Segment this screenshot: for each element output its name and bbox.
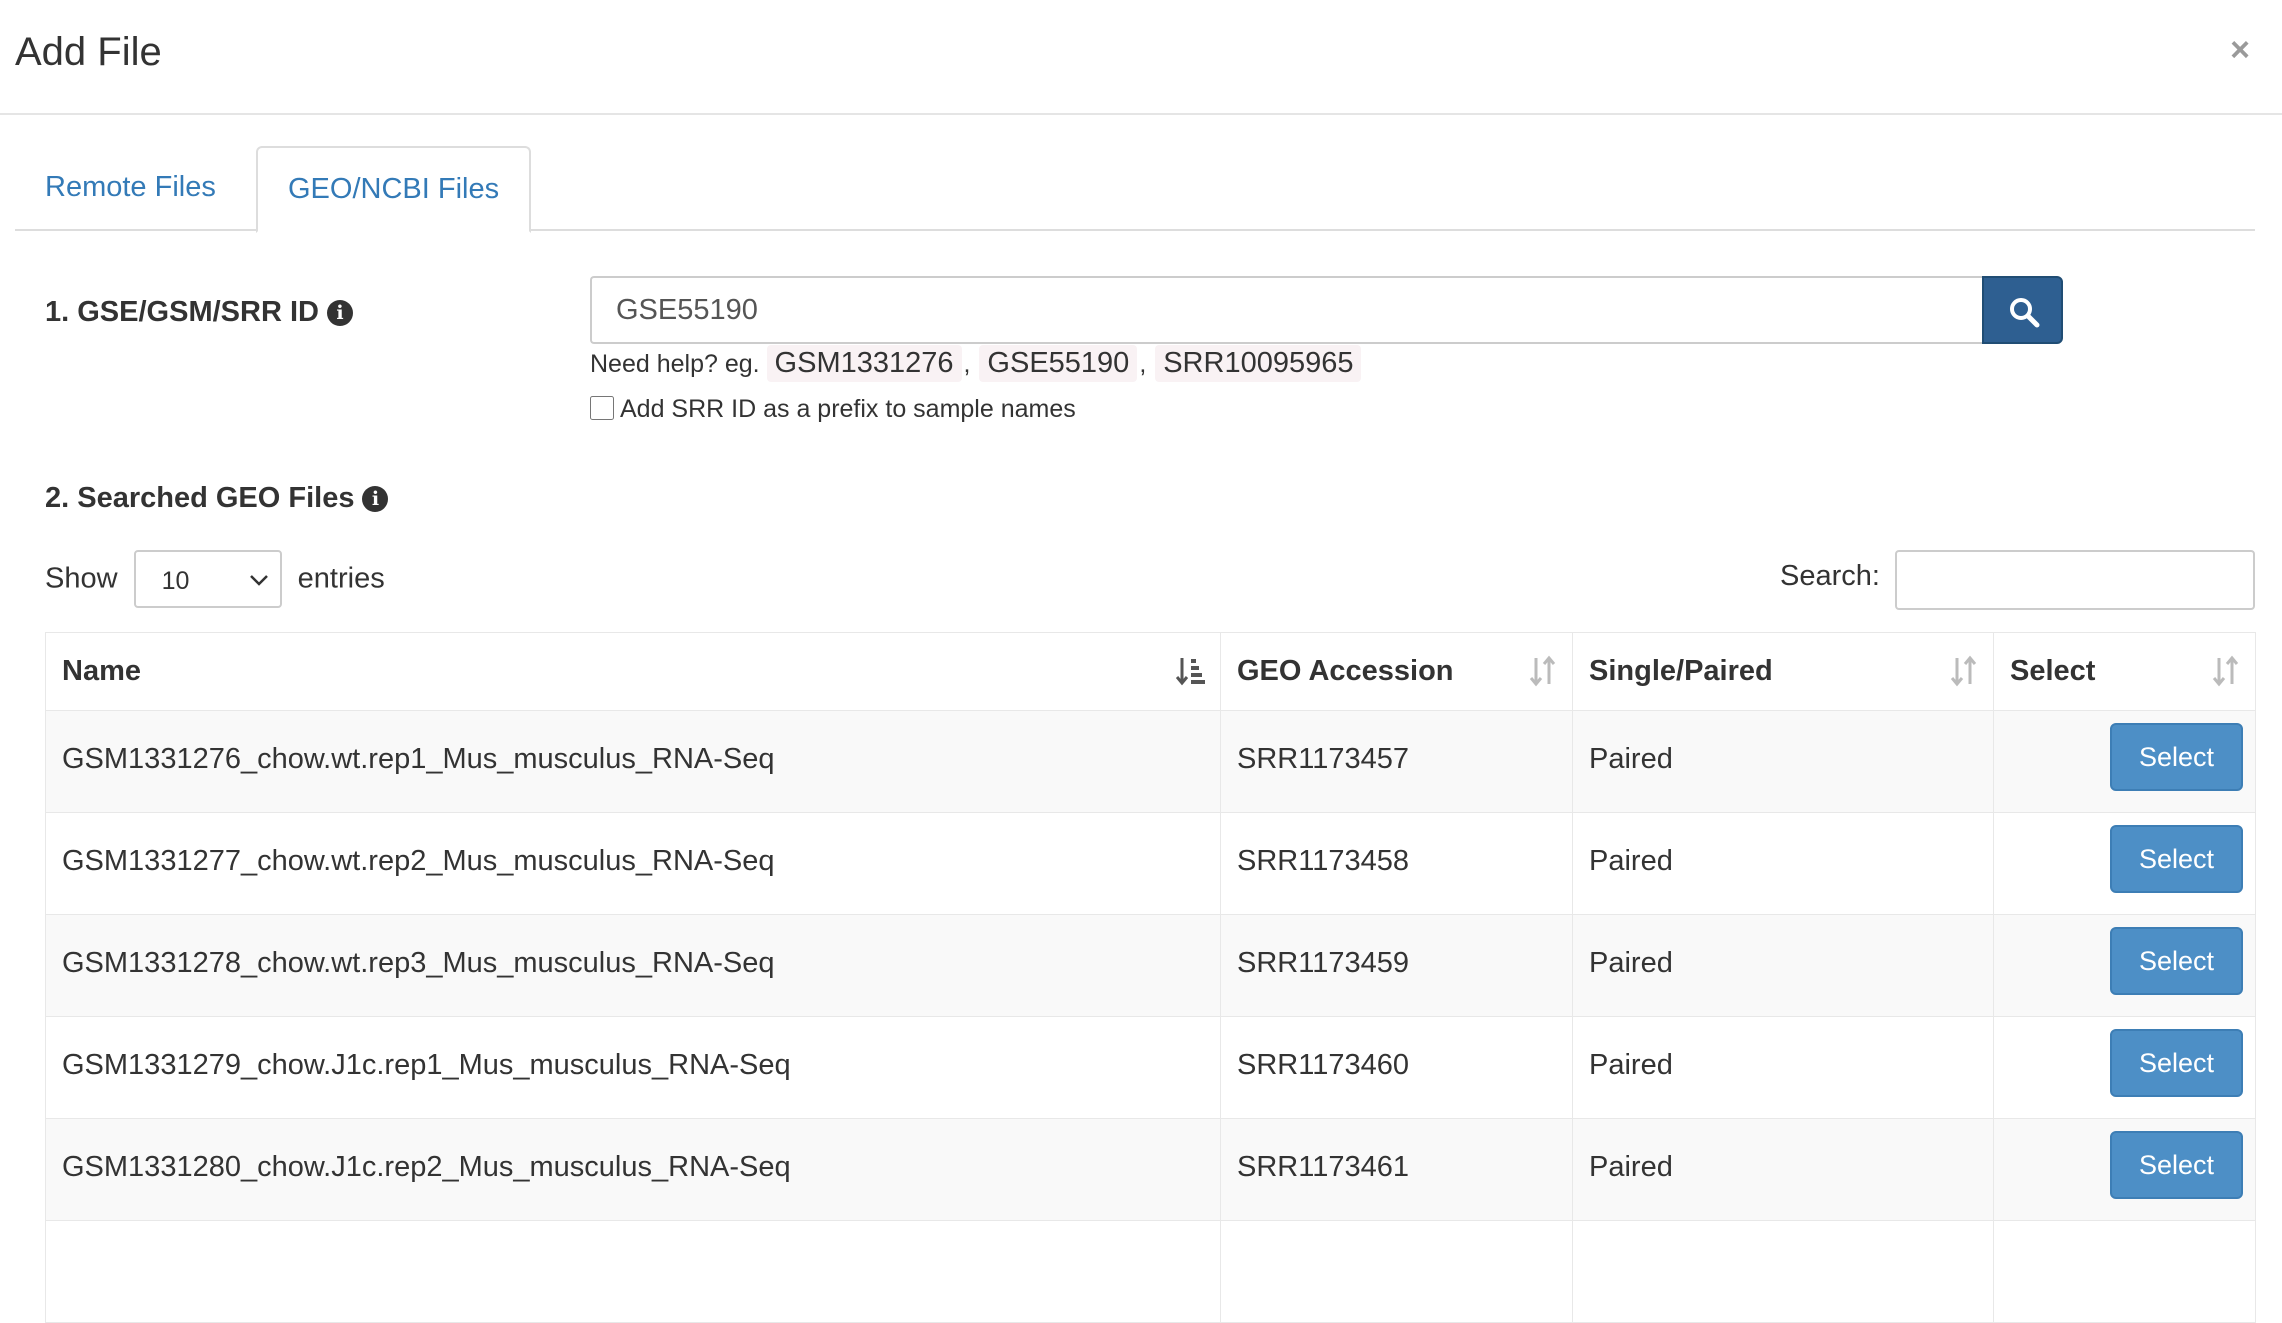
table-row (45, 1220, 2256, 1323)
select-button[interactable]: Select (2110, 825, 2243, 893)
column-header-accession[interactable]: GEO Accession (1220, 632, 1573, 711)
cell-single-paired: Paired (1572, 710, 1994, 813)
cell-name (45, 1220, 1221, 1323)
srr-prefix-checkbox[interactable] (590, 396, 614, 420)
cell-single-paired: Paired (1572, 1016, 1994, 1119)
cell-select: Select (1993, 914, 2256, 1017)
cell-accession: SRR1173459 (1220, 914, 1573, 1017)
cell-select: Select (1993, 812, 2256, 915)
column-header-name[interactable]: Name (45, 632, 1221, 711)
table-row: GSM1331279_chow.J1c.rep1_Mus_musculus_RN… (45, 1016, 2256, 1119)
srr-prefix-row: Add SRR ID as a prefix to sample names (590, 395, 1076, 424)
cell-name: GSM1331280_chow.J1c.rep2_Mus_musculus_RN… (45, 1118, 1221, 1221)
sort-icon (1529, 655, 1556, 687)
search-button[interactable] (1982, 276, 2063, 344)
column-header-single-paired[interactable]: Single/Paired (1572, 632, 1994, 711)
cell-single-paired (1572, 1220, 1994, 1323)
example-gsm: GSM1331276 (766, 345, 962, 382)
table-row: GSM1331277_chow.wt.rep2_Mus_musculus_RNA… (45, 812, 2256, 915)
cell-accession: SRR1173458 (1220, 812, 1573, 915)
cell-single-paired: Paired (1572, 812, 1994, 915)
geo-files-table: Name GEO Accession Single/Paired Select … (45, 632, 2256, 1323)
cell-accession: SRR1173460 (1220, 1016, 1573, 1119)
table-search-input[interactable] (1895, 550, 2255, 610)
help-examples: Need help? eg. GSM1331276, GSE55190, SRR… (590, 345, 1362, 382)
example-separator: , (1139, 350, 1147, 378)
cell-single-paired: Paired (1572, 914, 1994, 1017)
cell-accession: SRR1173461 (1220, 1118, 1573, 1221)
table-row: GSM1331278_chow.wt.rep3_Mus_musculus_RNA… (45, 914, 2256, 1017)
sort-icon (1950, 655, 1977, 687)
info-icon[interactable]: i (326, 300, 353, 326)
cell-accession: SRR1173457 (1220, 710, 1573, 813)
cell-select (1993, 1220, 2256, 1323)
column-header-select[interactable]: Select (1993, 632, 2256, 711)
example-srr: SRR10095965 (1155, 345, 1362, 382)
entries-label: entries (297, 562, 385, 595)
step2-label: 2. Searched GEO Files (45, 482, 355, 514)
cell-name: GSM1331279_chow.J1c.rep1_Mus_musculus_RN… (45, 1016, 1221, 1119)
step1-label-row: 1. GSE/GSM/SRR ID i (45, 296, 353, 329)
select-button[interactable]: Select (2110, 723, 2243, 791)
column-header-label: Name (62, 655, 141, 687)
sort-desc-icon (1176, 658, 1205, 686)
geo-id-input[interactable] (590, 276, 1983, 344)
chevron-down-icon (249, 575, 268, 586)
cell-select: Select (1993, 1016, 2256, 1119)
tab-remote-files[interactable]: Remote Files (15, 146, 246, 231)
table-row: GSM1331280_chow.J1c.rep2_Mus_musculus_RN… (45, 1118, 2256, 1221)
step2-label-row: 2. Searched GEO Files i (45, 482, 389, 515)
modal-title: Add File (15, 30, 162, 74)
column-header-label: Select (2010, 655, 2096, 687)
modal-header: Add File × (0, 0, 2282, 115)
table-header-row: Name GEO Accession Single/Paired Select (45, 632, 2256, 711)
entries-control: Show 10 entries (45, 550, 385, 610)
search-icon (2010, 298, 2040, 328)
column-header-label: Single/Paired (1589, 655, 1773, 687)
tab-bar: Remote Files GEO/NCBI Files (15, 146, 2255, 233)
table-search-label: Search: (1780, 560, 1880, 592)
step1-label: 1. GSE/GSM/SRR ID (45, 296, 319, 328)
cell-single-paired: Paired (1572, 1118, 1994, 1221)
cell-name: GSM1331277_chow.wt.rep2_Mus_musculus_RNA… (45, 812, 1221, 915)
info-icon[interactable]: i (362, 486, 389, 512)
close-icon[interactable]: × (2230, 30, 2250, 70)
show-label: Show (45, 562, 118, 595)
help-prefix: Need help? eg. (590, 350, 760, 378)
sort-icon (2212, 655, 2239, 687)
entries-value: 10 (161, 567, 190, 595)
cell-select: Select (1993, 710, 2256, 813)
entries-select[interactable]: 10 (133, 550, 282, 608)
table-row: GSM1331276_chow.wt.rep1_Mus_musculus_RNA… (45, 710, 2256, 813)
tab-geo-ncbi-files[interactable]: GEO/NCBI Files (256, 146, 532, 233)
cell-name: GSM1331278_chow.wt.rep3_Mus_musculus_RNA… (45, 914, 1221, 1017)
cell-accession (1220, 1220, 1573, 1323)
select-button[interactable]: Select (2110, 1029, 2243, 1097)
example-gse: GSE55190 (979, 345, 1138, 382)
select-button[interactable]: Select (2110, 1131, 2243, 1199)
cell-name: GSM1331276_chow.wt.rep1_Mus_musculus_RNA… (45, 710, 1221, 813)
srr-prefix-label: Add SRR ID as a prefix to sample names (620, 395, 1076, 423)
select-button[interactable]: Select (2110, 927, 2243, 995)
column-header-label: GEO Accession (1237, 655, 1454, 687)
cell-select: Select (1993, 1118, 2256, 1221)
example-separator: , (963, 350, 971, 378)
